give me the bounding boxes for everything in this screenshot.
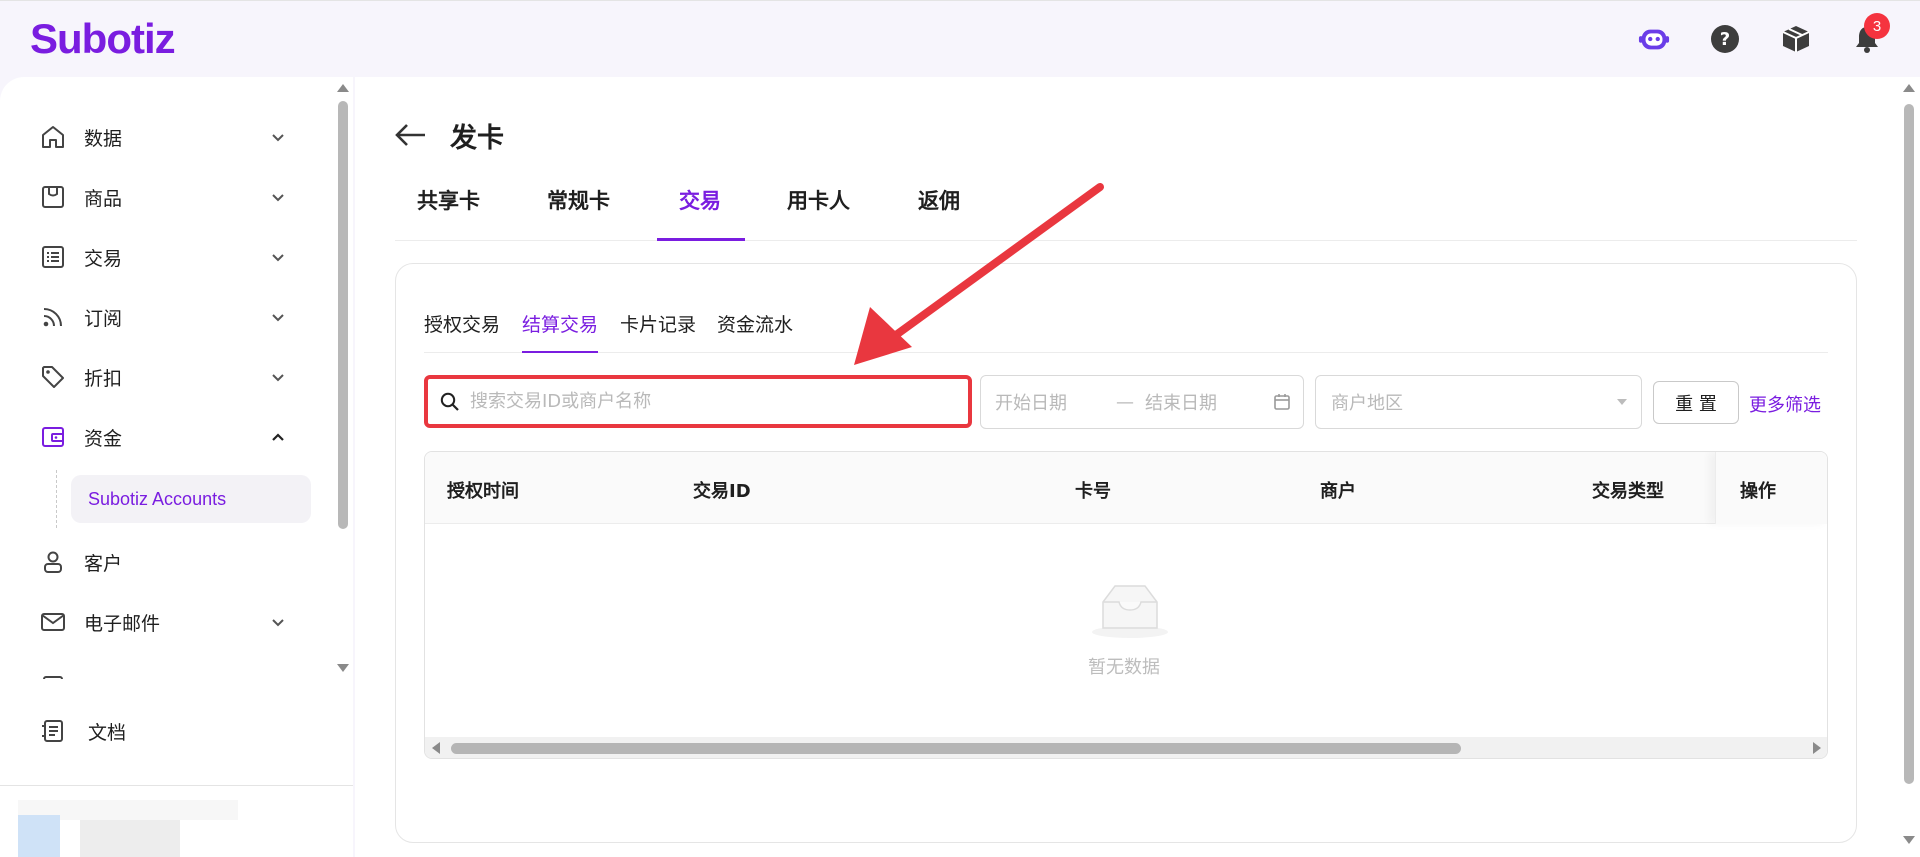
top-header: Subotiz ? 3 (0, 0, 1920, 77)
empty-inbox-icon (1092, 585, 1168, 638)
transactions-table: 授权时间 交易ID 卡号 商户 交易类型 操作 暂无数据 (424, 451, 1828, 759)
subtab-fund-flow[interactable]: 资金流水 (717, 310, 793, 337)
sidebar-item-invoices[interactable]: 发票 (38, 667, 298, 679)
start-date-input[interactable]: 开始日期 (995, 389, 1105, 415)
home-icon (38, 122, 68, 152)
page-scrollbar-thumb[interactable] (1904, 104, 1914, 784)
sidebar-item-label: 交易 (84, 247, 123, 270)
empty-state-text: 暂无数据 (1088, 657, 1160, 678)
sidebar-item-label: 商品 (84, 187, 123, 210)
help-icon[interactable]: ? (1709, 23, 1741, 55)
subtab-card-records[interactable]: 卡片记录 (620, 310, 696, 337)
sidebar-item-label: 资金 (84, 427, 123, 450)
chevron-down-icon (272, 134, 284, 142)
merchant-region-select[interactable]: 商户地区 (1315, 375, 1642, 429)
scroll-down-arrow[interactable] (337, 664, 349, 672)
sidebar-item-label: 订阅 (84, 307, 123, 330)
scroll-right-arrow[interactable] (1813, 742, 1821, 754)
blurred-account-name (80, 820, 180, 857)
column-header-transaction-type: 交易类型 (1592, 481, 1664, 502)
search-input[interactable] (470, 391, 950, 412)
chevron-up-icon (272, 433, 284, 441)
page-scroll-up-arrow[interactable] (1903, 84, 1915, 92)
user-icon (38, 547, 68, 577)
tabs-divider (395, 240, 1857, 241)
back-arrow-icon[interactable] (393, 118, 429, 152)
fixed-column-header: 操作 (1715, 452, 1827, 524)
svg-text:?: ? (1720, 29, 1730, 50)
sidebar-item-products[interactable]: 商品 (38, 177, 298, 217)
sidebar-item-subscriptions[interactable]: 订阅 (38, 297, 298, 337)
submenu-line (56, 470, 57, 528)
blurred-avatar (18, 815, 60, 857)
wallet-icon (38, 422, 68, 452)
sidebar-item-label: 发票 (84, 674, 122, 680)
sidebar-item-docs[interactable]: 文档 (38, 711, 298, 751)
brand-logo[interactable]: Subotiz (30, 15, 176, 63)
sidebar-item-transactions[interactable]: 交易 (38, 237, 298, 277)
caret-down-icon (1617, 399, 1627, 405)
date-separator: — (1116, 391, 1134, 413)
chevron-down-icon (272, 314, 284, 322)
tab-shared-card[interactable]: 共享卡 (417, 185, 480, 215)
calendar-icon (1274, 394, 1290, 410)
sidebar-item-label: 电子邮件 (84, 612, 161, 635)
column-header-card-number: 卡号 (1075, 481, 1111, 502)
sidebar-divider (0, 785, 353, 786)
robot-icon[interactable] (1638, 23, 1670, 55)
store-icon (38, 182, 68, 212)
more-filters-link[interactable]: 更多筛选 (1749, 391, 1821, 417)
page-title: 发卡 (450, 123, 504, 154)
date-range-picker[interactable]: 开始日期 — 结束日期 (980, 375, 1304, 429)
chevron-down-icon (272, 374, 284, 382)
sidebar-item-label: 数据 (84, 127, 123, 150)
search-icon (440, 392, 459, 411)
merchant-region-placeholder: 商户地区 (1331, 393, 1403, 414)
column-header-auth-time: 授权时间 (447, 481, 519, 502)
document-icon (38, 716, 68, 746)
sidebar-item-email[interactable]: 电子邮件 (38, 602, 298, 642)
table-header: 授权时间 交易ID 卡号 商户 交易类型 操作 (425, 452, 1827, 524)
chevron-down-icon (272, 254, 284, 262)
notification-badge: 3 (1864, 13, 1890, 39)
tab-regular-card[interactable]: 常规卡 (547, 185, 610, 215)
sidebar-scrollbar-thumb[interactable] (338, 101, 348, 529)
chevron-down-icon (272, 194, 284, 202)
table-scrollbar-thumb[interactable] (451, 743, 1461, 754)
column-header-actions: 操作 (1740, 481, 1776, 502)
tag-icon (38, 362, 68, 392)
column-header-transaction-id: 交易ID (693, 481, 751, 502)
reset-button[interactable]: 重 置 (1653, 381, 1739, 424)
active-tab-indicator (657, 238, 745, 241)
scroll-up-arrow[interactable] (337, 84, 349, 92)
sidebar-subitem-subotiz-accounts[interactable]: Subotiz Accounts (71, 475, 311, 523)
subtab-authorization[interactable]: 授权交易 (424, 310, 500, 337)
sidebar-item-label: 折扣 (84, 367, 123, 390)
sidebar-item-label: 客户 (84, 552, 123, 575)
package-icon[interactable] (1780, 23, 1812, 55)
chevron-down-icon (272, 619, 284, 627)
subtab-settlement[interactable]: 结算交易 (522, 310, 598, 337)
rss-icon (38, 302, 68, 332)
active-subtab-indicator (522, 351, 598, 353)
sidebar-item-discounts[interactable]: 折扣 (38, 357, 298, 397)
sidebar-item-funds[interactable]: 资金 (38, 417, 298, 457)
end-date-input[interactable]: 结束日期 (1145, 389, 1265, 415)
tab-transactions[interactable]: 交易 (679, 185, 721, 215)
invoice-icon (38, 672, 68, 679)
sidebar-item-customers[interactable]: 客户 (38, 542, 298, 582)
scroll-left-arrow[interactable] (432, 742, 440, 754)
column-header-merchant: 商户 (1320, 481, 1356, 502)
subtabs-divider (424, 352, 1828, 353)
search-box[interactable] (424, 375, 972, 428)
sidebar-item-label: 文档 (88, 721, 127, 744)
chevron-down-icon (268, 677, 288, 679)
list-icon (38, 242, 68, 272)
tab-cardholders[interactable]: 用卡人 (787, 185, 850, 215)
tab-commission[interactable]: 返佣 (918, 185, 960, 215)
page-scroll-down-arrow[interactable] (1903, 836, 1915, 844)
mail-icon (38, 607, 68, 637)
sidebar-item-data[interactable]: 数据 (38, 117, 298, 157)
